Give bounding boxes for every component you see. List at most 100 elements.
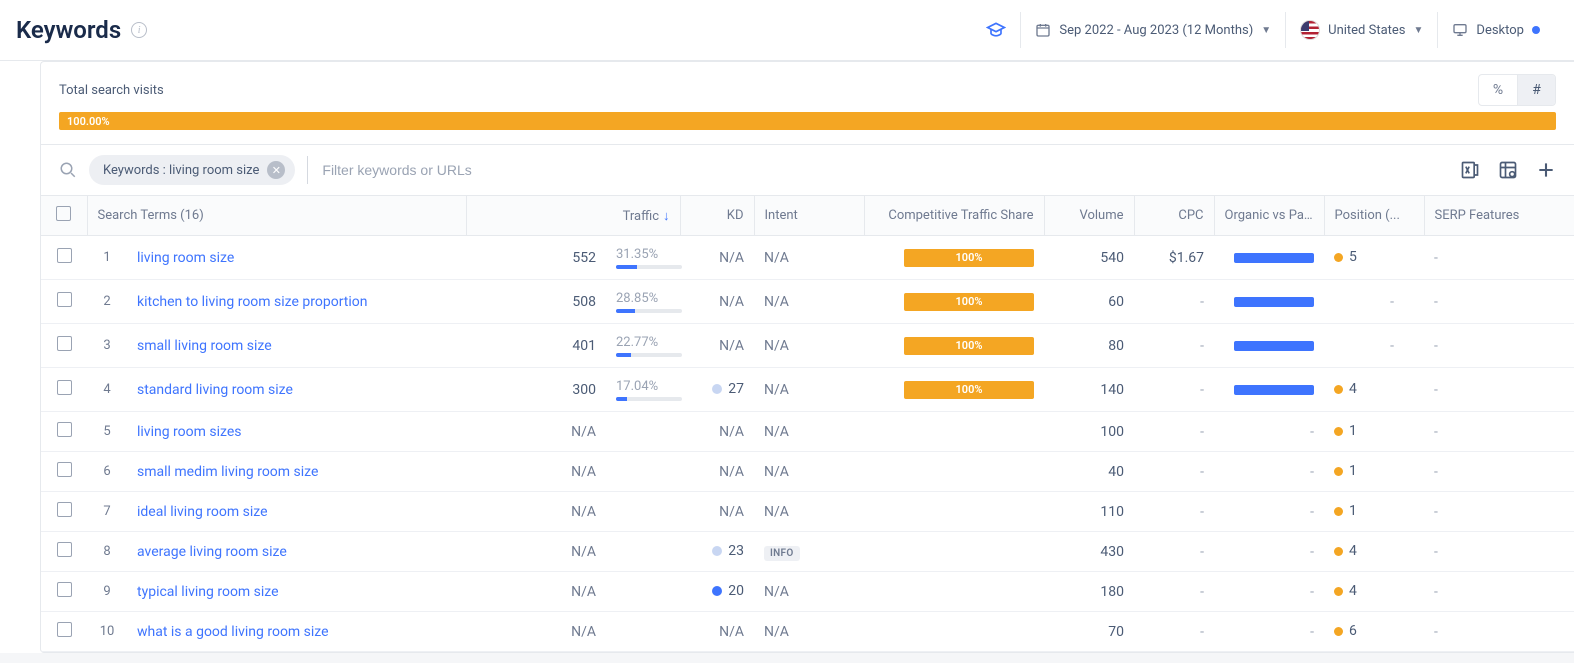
kd-value: N/A <box>680 324 754 368</box>
table-row: 7ideal living room sizeN/AN/AN/A110--1- <box>41 492 1574 532</box>
row-number: 7 <box>87 492 127 532</box>
position-dot-icon <box>1334 627 1343 636</box>
traffic-value: N/A <box>466 612 606 652</box>
intent-value: N/A <box>754 572 864 612</box>
col-kd-header[interactable]: KD <box>680 196 754 236</box>
cts-value <box>864 452 1044 492</box>
search-term-link[interactable]: standard living room size <box>137 382 293 398</box>
volume-value: 110 <box>1044 492 1134 532</box>
serp-value: - <box>1424 492 1574 532</box>
serp-value: - <box>1424 452 1574 492</box>
keywords-table: Search Terms (16) Traffic↓ KD Intent Com… <box>41 195 1574 652</box>
col-search-terms-header[interactable]: Search Terms (16) <box>87 196 466 236</box>
search-term-link[interactable]: kitchen to living room size proportion <box>137 294 367 310</box>
row-checkbox[interactable] <box>57 622 72 637</box>
status-dot-icon <box>1532 26 1540 34</box>
row-checkbox[interactable] <box>57 336 72 351</box>
kd-value: N/A <box>680 412 754 452</box>
traffic-share: 17.04% <box>606 368 680 412</box>
row-number: 10 <box>87 612 127 652</box>
traffic-value: N/A <box>466 452 606 492</box>
row-checkbox[interactable] <box>57 582 72 597</box>
chip-remove-icon[interactable]: ✕ <box>267 161 285 179</box>
volume-value: 70 <box>1044 612 1134 652</box>
row-checkbox[interactable] <box>57 292 72 307</box>
cpc-value: - <box>1134 280 1214 324</box>
toggle-percent-button[interactable]: % <box>1479 75 1517 105</box>
toggle-number-button[interactable]: # <box>1517 75 1555 105</box>
col-check-header[interactable] <box>41 196 87 236</box>
col-cts-header[interactable]: Competitive Traffic Share <box>864 196 1044 236</box>
country-selector[interactable]: United States ▼ <box>1285 12 1437 48</box>
device-selector[interactable]: Desktop <box>1437 12 1554 48</box>
search-term-link[interactable]: living room size <box>137 250 234 266</box>
search-term-link[interactable]: small living room size <box>137 338 272 354</box>
traffic-value: N/A <box>466 572 606 612</box>
traffic-share <box>606 452 680 492</box>
kd-dot-icon <box>712 384 722 394</box>
row-checkbox[interactable] <box>57 502 72 517</box>
row-checkbox[interactable] <box>57 248 72 263</box>
col-cpc-header[interactable]: CPC <box>1134 196 1214 236</box>
device-label: Desktop <box>1476 23 1524 38</box>
export-excel-icon[interactable] <box>1460 160 1480 180</box>
row-checkbox[interactable] <box>57 542 72 557</box>
kd-value: 20 <box>680 572 754 612</box>
traffic-value: N/A <box>466 492 606 532</box>
intent-value: N/A <box>754 612 864 652</box>
col-traffic-header[interactable]: Traffic↓ <box>466 196 680 236</box>
traffic-value: 508 <box>466 280 606 324</box>
col-volume-header[interactable]: Volume <box>1044 196 1134 236</box>
search-term-link[interactable]: typical living room size <box>137 584 279 600</box>
filter-input[interactable] <box>307 156 1448 184</box>
add-icon[interactable] <box>1536 160 1556 180</box>
col-serp-header[interactable]: SERP Features <box>1424 196 1574 236</box>
row-number: 3 <box>87 324 127 368</box>
row-checkbox[interactable] <box>57 422 72 437</box>
table-row: 4standard living room size30017.04%27N/A… <box>41 368 1574 412</box>
cts-value <box>864 572 1044 612</box>
cpc-value: - <box>1134 572 1214 612</box>
serp-value: - <box>1424 572 1574 612</box>
search-term-link[interactable]: small medim living room size <box>137 464 318 480</box>
row-checkbox[interactable] <box>57 462 72 477</box>
date-range-selector[interactable]: Sep 2022 - Aug 2023 (12 Months) ▼ <box>1020 12 1285 48</box>
row-checkbox[interactable] <box>57 380 72 395</box>
search-term-link[interactable]: what is a good living room size <box>137 624 329 640</box>
serp-value: - <box>1424 412 1574 452</box>
table-row: 2 kitchen to living room size proportion 5… <box>41 280 1574 324</box>
col-ovp-header[interactable]: Organic vs Paid <box>1214 196 1324 236</box>
table-row: 6small medim living room sizeN/AN/AN/A40… <box>41 452 1574 492</box>
sort-arrow-down-icon: ↓ <box>663 209 670 224</box>
table-settings-icon[interactable] <box>1498 160 1518 180</box>
ovp-value: - <box>1214 492 1324 532</box>
row-number: 2 <box>87 280 127 324</box>
page-header: Keywords i Sep 2022 - Aug 2023 (12 Month… <box>0 0 1574 61</box>
table-row: 10what is a good living room sizeN/AN/AN… <box>41 612 1574 652</box>
ovp-value <box>1214 236 1324 280</box>
serp-value: - <box>1424 612 1574 652</box>
info-icon[interactable]: i <box>131 22 147 38</box>
col-position-header[interactable]: Position (... <box>1324 196 1424 236</box>
filter-chip[interactable]: Keywords : living room size ✕ <box>89 155 295 185</box>
col-intent-header[interactable]: Intent <box>754 196 864 236</box>
ovp-value <box>1214 280 1324 324</box>
kd-value: 23 <box>680 532 754 572</box>
chip-label: Keywords : living room size <box>103 163 259 178</box>
cts-value: 100% <box>864 236 1044 280</box>
volume-value: 40 <box>1044 452 1134 492</box>
traffic-value: N/A <box>466 532 606 572</box>
volume-value: 100 <box>1044 412 1134 452</box>
search-term-link[interactable]: living room sizes <box>137 424 242 440</box>
search-term-link[interactable]: average living room size <box>137 544 287 560</box>
row-number: 6 <box>87 452 127 492</box>
chevron-down-icon: ▼ <box>1414 25 1424 36</box>
select-all-checkbox[interactable] <box>56 206 71 221</box>
ovp-value: - <box>1214 572 1324 612</box>
position-value: 4 <box>1324 532 1424 572</box>
academy-icon[interactable] <box>972 12 1020 48</box>
volume-value: 80 <box>1044 324 1134 368</box>
search-term-link[interactable]: ideal living room size <box>137 504 268 520</box>
cts-value: 100% <box>864 280 1044 324</box>
intent-value: N/A <box>754 452 864 492</box>
